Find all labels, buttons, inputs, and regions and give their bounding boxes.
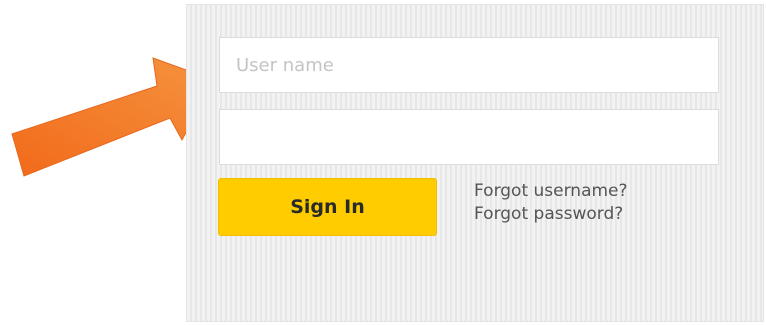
forgot-password-link[interactable]: Forgot password? [474,203,628,226]
sign-in-button[interactable]: Sign In [218,178,437,236]
username-input[interactable] [219,37,719,93]
forgot-links: Forgot username? Forgot password? [474,180,628,226]
password-input[interactable] [219,109,719,165]
forgot-username-link[interactable]: Forgot username? [474,180,628,203]
